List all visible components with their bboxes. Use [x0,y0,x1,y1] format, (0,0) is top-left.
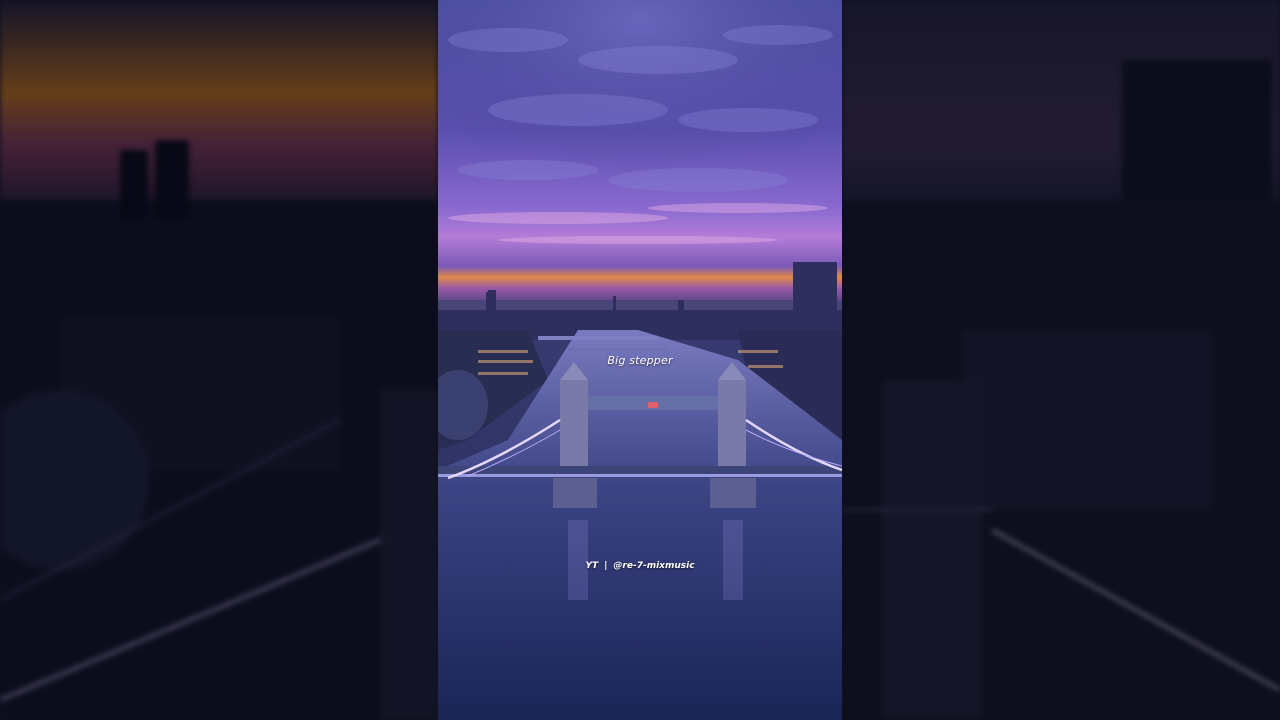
credit-handle: @re-7-mixmusic [613,561,695,571]
channel-credit: YT | @re-7-mixmusic [438,561,842,571]
credit-separator: | [604,561,608,571]
blurred-backdrop-right [842,0,1280,720]
video-player-stage: Big stepper YT | @re-7-mixmusic [0,0,1280,720]
blurred-backdrop-left [0,0,438,720]
credit-platform: YT [585,561,599,571]
lyric-caption: Big stepper [607,354,673,367]
video-frame[interactable]: Big stepper YT | @re-7-mixmusic [438,0,842,720]
